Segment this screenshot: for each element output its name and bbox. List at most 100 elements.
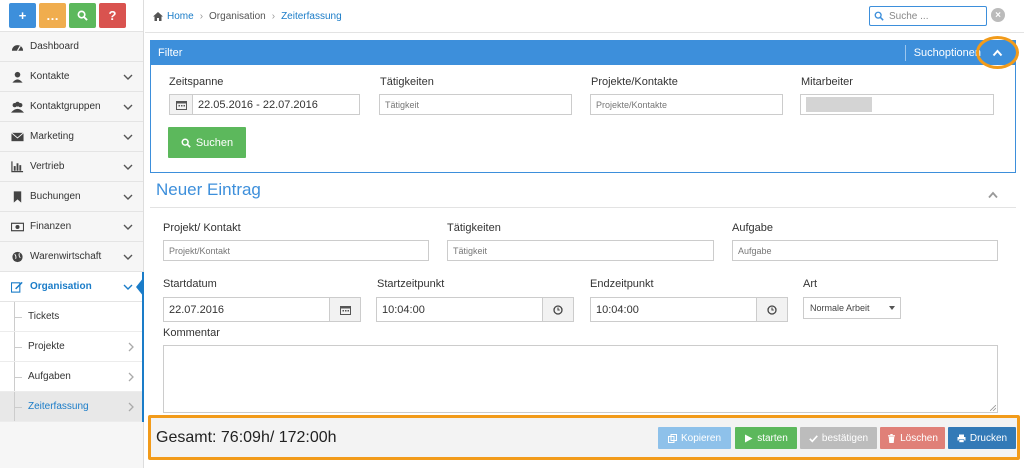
chevron-down-icon (123, 164, 133, 170)
filter-header: Filter Suchoptionen (151, 41, 1015, 65)
sidebar-subitem-zeiterfassung[interactable]: Zeiterfassung (0, 392, 143, 422)
clear-search-icon[interactable]: × (991, 8, 1005, 22)
calendar-icon (339, 305, 351, 315)
quick-search-button[interactable] (69, 3, 96, 28)
search-options-toggle[interactable]: Suchoptionen (904, 45, 981, 61)
confirm-button[interactable]: bestätigen (800, 427, 877, 449)
aufgabe-input[interactable]: Aufgabe (732, 240, 998, 261)
caret-down-icon (889, 306, 895, 310)
sidebar-item-finanzen[interactable]: Finanzen (0, 212, 143, 242)
quick-add-button[interactable]: + (9, 3, 36, 28)
startzeit-label: Startzeitpunkt (377, 278, 445, 290)
entry-taetigkeiten-input[interactable]: Tätigkeit (447, 240, 714, 261)
sidebar-item-label: Organisation (30, 281, 92, 292)
startzeit-input[interactable]: 10:04:00 (376, 297, 543, 322)
print-button-label: Drucken (969, 432, 1008, 444)
print-icon (957, 434, 966, 443)
breadcrumb-separator: › (271, 10, 276, 22)
copy-button-label: Kopieren (680, 432, 722, 444)
trash-icon (888, 433, 896, 443)
sidebar-item-dashboard[interactable]: Dashboard (0, 32, 143, 62)
sidebar-item-kontakte[interactable]: Kontakte (0, 62, 143, 92)
mitarbeiter-redacted-value (806, 97, 872, 112)
sidebar-subitem-label: Zeiterfassung (28, 401, 89, 412)
start-button[interactable]: starten (735, 427, 797, 449)
footer-bar: Gesamt: 76:09h/ 172:00h Kopieren starten… (148, 415, 1020, 460)
zeitspanne-label: Zeitspanne (169, 76, 224, 88)
sidebar-item-buchungen[interactable]: Buchungen (0, 182, 143, 212)
bar-chart-icon (10, 160, 24, 173)
breadcrumb-home[interactable]: Home (153, 11, 194, 22)
sidebar-item-organisation[interactable]: Organisation (0, 272, 144, 302)
sidebar-item-label: Kontaktgruppen (30, 101, 101, 112)
kommentar-textarea[interactable] (163, 345, 998, 413)
breadcrumb-section[interactable]: Organisation (209, 11, 266, 22)
copy-button[interactable]: Kopieren (658, 427, 731, 449)
entry-divider (150, 207, 1016, 208)
sidebar-item-label: Kontakte (30, 71, 70, 82)
startdatum-label: Startdatum (163, 278, 217, 290)
filter-projekte-input[interactable]: Projekte/Kontakte (590, 94, 783, 115)
play-icon (745, 434, 753, 442)
quick-help-button[interactable]: ? (99, 3, 126, 28)
sidebar: + … ? Dashboard Kontakte Kontaktgruppen … (0, 0, 144, 468)
chevron-right-icon (128, 402, 134, 412)
chevron-up-icon[interactable] (987, 190, 999, 200)
sidebar-item-marketing[interactable]: Marketing (0, 122, 143, 152)
endzeit-clock-button[interactable] (756, 297, 788, 322)
sidebar-subitem-aufgaben[interactable]: Aufgaben (0, 362, 143, 392)
startzeit-clock-button[interactable] (542, 297, 574, 322)
projekt-input[interactable]: Projekt/Kontakt (163, 240, 429, 261)
chevron-down-icon (123, 194, 133, 200)
calendar-icon (175, 100, 187, 110)
delete-button-label: Löschen (900, 432, 938, 444)
chevron-down-icon (123, 224, 133, 230)
quick-chat-button[interactable]: … (39, 3, 66, 28)
sidebar-subitem-projekte[interactable]: Projekte (0, 332, 143, 362)
chevron-right-icon (128, 342, 134, 352)
art-select[interactable]: Normale Arbeit (803, 297, 901, 319)
users-icon (10, 101, 24, 113)
art-select-value: Normale Arbeit (810, 303, 870, 313)
startdatum-input[interactable]: 22.07.2016 (163, 297, 330, 322)
filter-taetigkeiten-input[interactable]: Tätigkeit (379, 94, 572, 115)
start-button-label: starten (757, 432, 788, 444)
search-placeholder: Suche ... (889, 10, 929, 22)
aufgabe-label: Aufgabe (732, 222, 773, 234)
projekt-label: Projekt/ Kontakt (163, 222, 241, 234)
sidebar-subitem-label: Aufgaben (28, 371, 71, 382)
delete-button[interactable]: Löschen (880, 427, 945, 449)
search-input[interactable]: Suche ... (869, 6, 987, 26)
sidebar-item-vertrieb[interactable]: Vertrieb (0, 152, 143, 182)
zeitspanne-input[interactable]: 22.05.2016 - 22.07.2016 (192, 94, 360, 115)
sidebar-item-label: Dashboard (30, 41, 79, 52)
search-button[interactable]: Suchen (168, 127, 246, 158)
art-label: Art (803, 278, 818, 290)
calendar-button[interactable] (169, 94, 193, 115)
globe-icon (10, 251, 24, 263)
sidebar-item-label: Vertrieb (30, 161, 65, 172)
startdatum-calendar-button[interactable] (329, 297, 361, 322)
sidebar-item-label: Finanzen (30, 221, 72, 232)
filter-taetigkeiten-label: Tätigkeiten (380, 76, 434, 88)
check-icon (809, 434, 818, 442)
sidebar-subitem-tickets[interactable]: Tickets (0, 302, 143, 332)
sidebar-active-line (142, 272, 144, 422)
top-bar: Home › Organisation › Zeiterfassung Such… (145, 0, 1024, 33)
filter-title: Filter (158, 47, 183, 59)
clock-icon (553, 304, 563, 315)
copy-icon (667, 433, 677, 443)
dashboard-icon (10, 41, 24, 53)
resize-handle-icon[interactable] (990, 405, 996, 411)
chevron-down-icon (123, 254, 133, 260)
chevron-down-icon (123, 134, 133, 140)
endzeit-input[interactable]: 10:04:00 (590, 297, 757, 322)
print-button[interactable]: Drucken (948, 427, 1016, 449)
total-time: Gesamt: 76:09h/ 172:00h (156, 429, 337, 446)
confirm-button-label: bestätigen (821, 432, 869, 444)
entry-title: Neuer Eintrag (156, 180, 261, 199)
search-icon (874, 11, 884, 21)
sidebar-item-kontaktgruppen[interactable]: Kontaktgruppen (0, 92, 143, 122)
filter-projekte-label: Projekte/Kontakte (591, 76, 678, 88)
sidebar-item-warenwirtschaft[interactable]: Warenwirtschaft (0, 242, 143, 272)
